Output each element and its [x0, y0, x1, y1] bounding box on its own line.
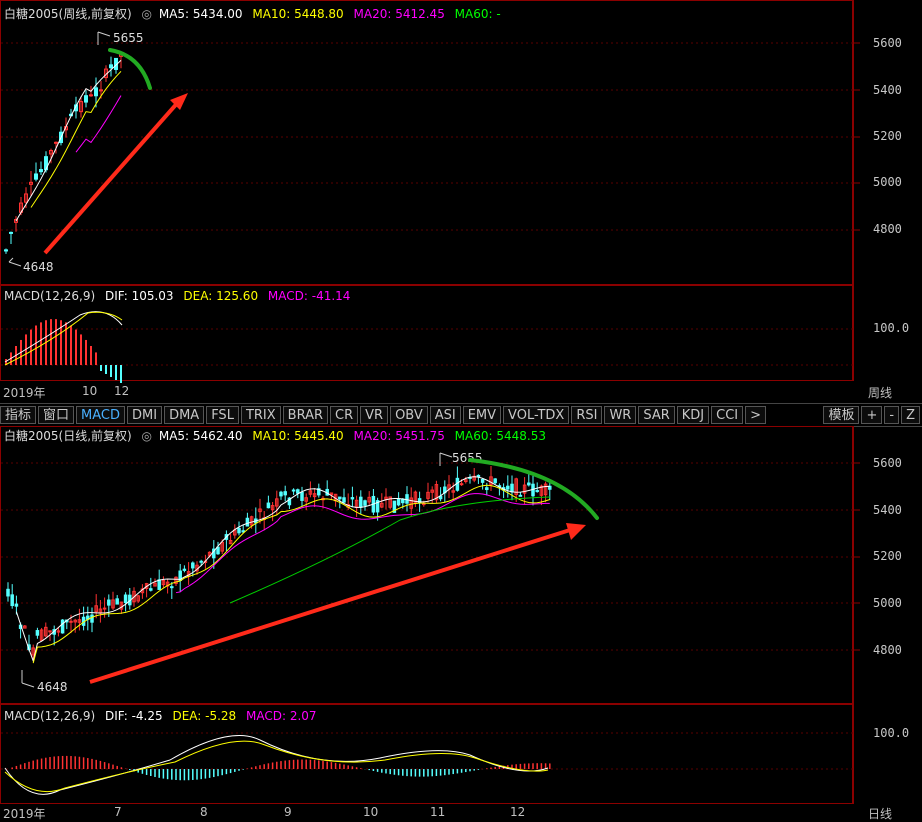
daily-candle-body — [216, 546, 220, 555]
daily-candle-body — [342, 497, 346, 503]
weekly-candle-body — [9, 231, 13, 234]
weekly-candle-body — [89, 94, 93, 97]
daily-candle-body — [107, 599, 111, 606]
daily-candle-body — [296, 489, 300, 494]
daily-candle-body — [518, 494, 523, 497]
daily-candle-body — [480, 478, 485, 483]
daily-candle-body — [191, 562, 195, 569]
daily-candle-body — [123, 594, 128, 604]
daily-candle-body — [291, 489, 296, 492]
daily-candle-body — [245, 517, 250, 527]
daily-candle-body — [405, 494, 409, 504]
daily-candle-body — [6, 588, 10, 597]
daily-candle-body — [350, 497, 355, 500]
daily-candle-body — [90, 614, 94, 623]
weekly-candle-body — [34, 173, 38, 180]
daily-candle-body — [199, 560, 203, 563]
weekly-low-marker-icon — [8, 257, 22, 267]
daily-candle-body — [35, 630, 40, 636]
daily-candle-body — [359, 496, 363, 508]
daily-candle-body — [102, 607, 107, 610]
weekly-candle-body — [94, 87, 98, 97]
daily-candle-body — [401, 498, 405, 504]
daily-candle-body — [14, 603, 19, 607]
daily-candle-body — [396, 498, 401, 506]
daily-candle-body — [535, 490, 539, 493]
daily-candle-body — [170, 586, 174, 589]
weekly-high-marker-icon — [97, 31, 111, 45]
daily-candle-body — [149, 588, 153, 591]
daily-candle-body — [10, 594, 14, 607]
daily-candle-body — [279, 491, 283, 497]
chart-graphics — [1, 31, 860, 795]
daily-candle-body — [60, 619, 65, 634]
daily-candle-body — [485, 487, 489, 491]
daily-high-marker-icon — [439, 452, 453, 466]
daily-candle-body — [506, 485, 510, 490]
daily-candle-body — [527, 482, 531, 486]
daily-low-marker-icon — [21, 670, 35, 688]
daily-candle-body — [241, 530, 245, 533]
daily-candle-body — [338, 496, 342, 500]
daily-red-arrow-line — [89, 528, 571, 684]
daily-candle-body — [300, 491, 304, 501]
daily-red-arrow-head — [566, 523, 586, 540]
weekly-ma5-line — [15, 59, 122, 222]
weekly-candle-body — [84, 95, 88, 103]
daily-candle-body — [493, 478, 497, 484]
daily-candle-body — [459, 483, 464, 486]
daily-candle-body — [115, 598, 119, 605]
daily-candle-body — [182, 568, 187, 571]
weekly-candle-body — [4, 249, 8, 252]
daily-candle-body — [157, 579, 161, 590]
daily-candle-body — [283, 491, 287, 496]
weekly-dea-line — [4, 311, 123, 366]
weekly-candle-body — [39, 169, 43, 173]
daily-candle-body — [266, 502, 271, 509]
weekly-candle-body — [54, 141, 58, 144]
weekly-candle-body — [109, 64, 113, 69]
weekly-dif-line — [4, 311, 123, 363]
weekly-ma10-line — [30, 70, 122, 208]
daily-candle-body — [363, 500, 367, 506]
daily-candle-body — [510, 483, 514, 493]
daily-candle-body — [237, 527, 241, 534]
daily-candle-body — [69, 620, 73, 623]
